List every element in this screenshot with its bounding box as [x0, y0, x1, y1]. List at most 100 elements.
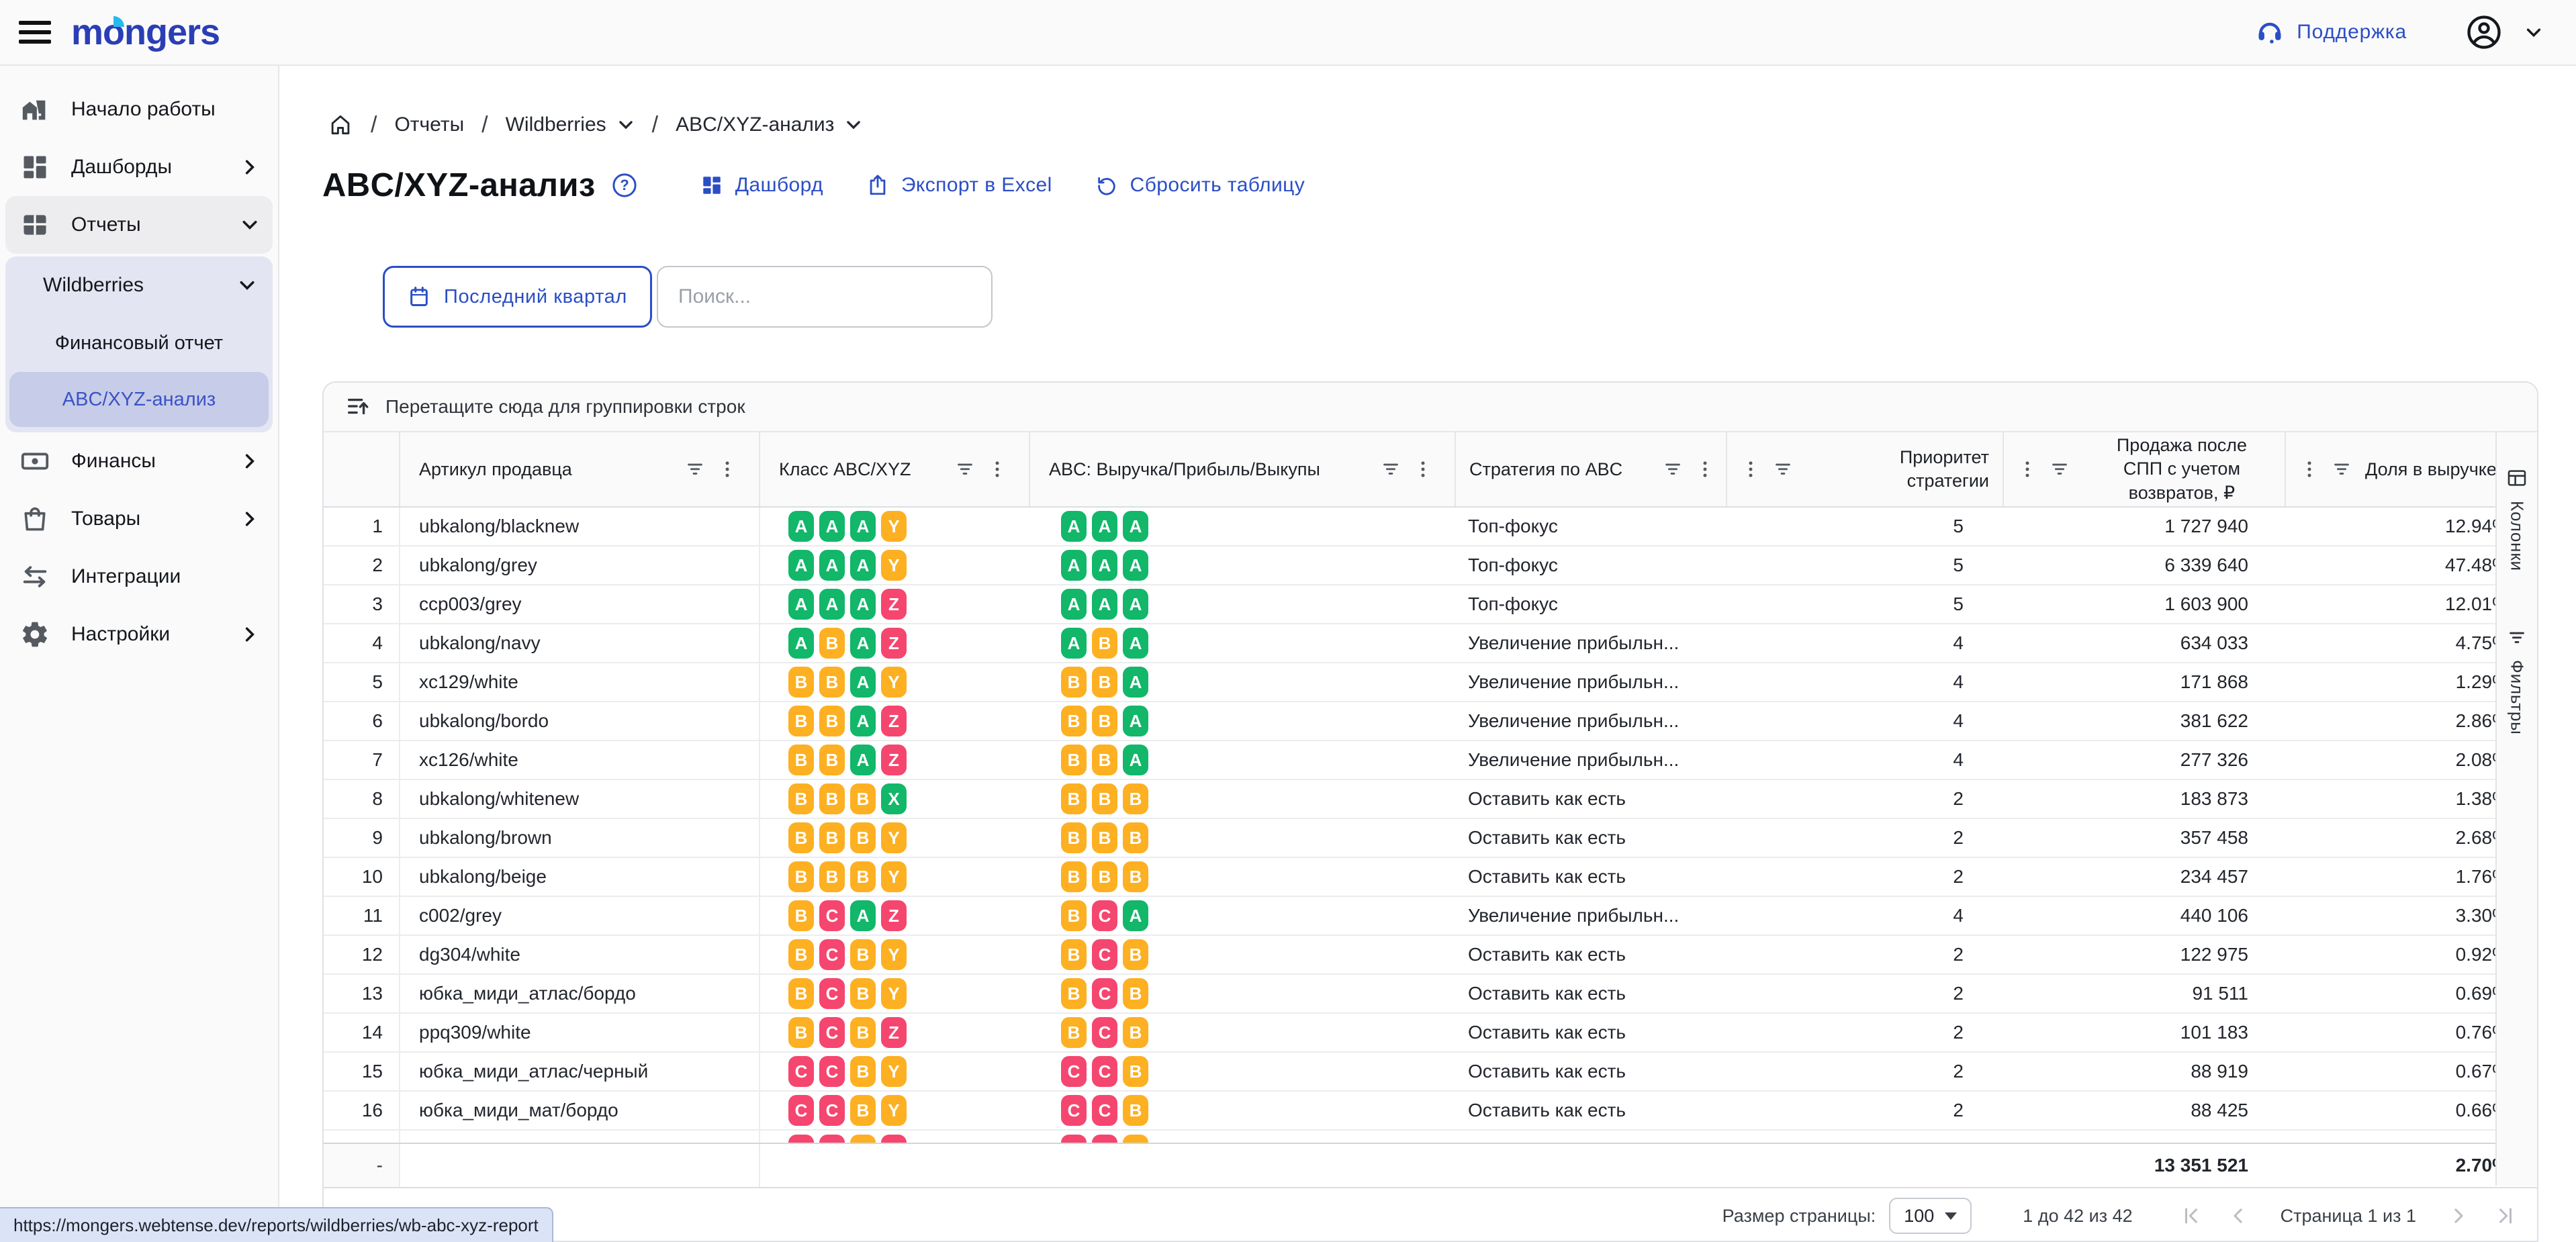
class-badge: A	[788, 550, 814, 581]
table-row[interactable]: 2 ubkalong/grey AAAY AAA Топ-фокус 5 6 3…	[324, 546, 2537, 585]
class-badge: A	[1061, 511, 1087, 542]
table-row[interactable]: 11 c002/grey BCAZ BCA Увеличение прибыль…	[324, 897, 2537, 936]
cell-article: xc129/white	[399, 663, 759, 701]
class-badge: A	[788, 628, 814, 659]
reset-table-button[interactable]: Сбросить таблицу	[1095, 174, 1305, 197]
class-badge: C	[788, 1095, 814, 1126]
sidebar-item-financial-report[interactable]: Финансовый отчет	[5, 314, 273, 372]
filter-icon	[1663, 459, 1683, 479]
table-row[interactable]: 16 юбка_миди_мат/бордо CCBY CCB Оставить…	[324, 1092, 2537, 1131]
class-badge: B	[1123, 1095, 1148, 1126]
table-row[interactable]: 8 ubkalong/whitenew BBBX BBB Оставить ка…	[324, 780, 2537, 819]
class-badge: B	[850, 1095, 876, 1126]
sidebar-item-integrations[interactable]: Интеграции	[0, 548, 278, 606]
table-row[interactable]: 7 xc126/white BBAZ BBA Увеличение прибыл…	[324, 741, 2537, 780]
group-rows-icon	[345, 394, 371, 420]
breadcrumb-wildberries[interactable]: Wildberries	[506, 113, 635, 136]
next-page-button[interactable]	[2448, 1206, 2469, 1226]
kebab-menu-icon	[987, 459, 1007, 479]
dashboard-button[interactable]: Дашборд	[700, 174, 823, 197]
first-page-button[interactable]	[2181, 1206, 2201, 1226]
table-row[interactable]: 3 ccp003/grey AAAZ AAA Топ-фокус 5 1 603…	[324, 585, 2537, 624]
cell-priority: 2	[1726, 975, 2003, 1012]
help-icon[interactable]: ?	[610, 171, 639, 199]
sidebar-item-products[interactable]: Товары	[0, 490, 278, 548]
search-input[interactable]	[657, 266, 993, 328]
table-row[interactable]: 6 ubkalong/bordo BBAZ BBA Увеличение при…	[324, 702, 2537, 741]
table-row[interactable]: 10 ubkalong/beige BBBY BBB Оставить как …	[324, 858, 2537, 897]
cell-abc-badges: BBA	[1029, 702, 1455, 740]
row-grouping-dropzone[interactable]: Перетащите сюда для группировки строк	[324, 383, 2537, 432]
hamburger-menu-icon[interactable]	[19, 16, 51, 48]
class-badge: B	[788, 900, 814, 931]
sidebar-item-settings[interactable]: Настройки	[0, 606, 278, 663]
sidebar-item-getting-started[interactable]: Начало работы	[0, 81, 278, 138]
prev-page-button[interactable]	[2228, 1206, 2248, 1226]
cell-sale: 277 326	[2003, 741, 2285, 779]
header-abc-revenue-profit-buyouts[interactable]: ABC: Выручка/Прибыль/Выкупы	[1029, 432, 1455, 506]
class-badge: B	[1123, 861, 1148, 892]
home-icon[interactable]	[328, 112, 353, 138]
breadcrumb-abc-xyz[interactable]: ABC/XYZ-анализ	[676, 113, 862, 136]
summary-row: - 13 351 521 2.70%	[324, 1144, 2537, 1188]
table-row[interactable]: 4 ubkalong/navy ABAZ ABA Увеличение приб…	[324, 624, 2537, 663]
export-excel-button[interactable]: Экспорт в Excel	[866, 174, 1052, 197]
filters-tab[interactable]: Фильтры	[2507, 628, 2528, 735]
page-size-label: Размер страницы:	[1722, 1206, 1876, 1227]
page-size-select[interactable]: 100	[1889, 1198, 1972, 1234]
header-strategy-priority[interactable]: Приоритетстратегии	[1726, 432, 2003, 506]
cell-strategy: Увеличение прибыльн...	[1455, 624, 1726, 662]
sidebar-item-abc-xyz-analysis[interactable]: ABC/XYZ-анализ	[9, 372, 269, 427]
table-row[interactable]: 1 ubkalong/blacknew AAAY AAA Топ-фокус 5…	[324, 508, 2537, 546]
cell-priority	[1726, 1131, 2003, 1144]
table-row[interactable]: 14 ppq309/white BCBZ BCB Оставить как ес…	[324, 1014, 2537, 1053]
cell-abc-badges: CCB	[1029, 1053, 1455, 1090]
class-badge: C	[788, 1056, 814, 1087]
sidebar-item-dashboards[interactable]: Дашборды	[0, 138, 278, 196]
row-number: 2	[324, 546, 399, 584]
row-number: 4	[324, 624, 399, 662]
support-link[interactable]: Поддержка	[2255, 17, 2407, 47]
table-row[interactable]: 9 ubkalong/brown BBBY BBB Оставить как е…	[324, 819, 2537, 858]
cell-strategy: Увеличение прибыльн...	[1455, 741, 1726, 779]
user-menu-chevron-icon[interactable]	[2524, 22, 2544, 42]
table-row[interactable]: 12 dg304/white BCBY BCB Оставить как ест…	[324, 936, 2537, 975]
class-badge: C	[819, 1017, 845, 1048]
breadcrumb-reports[interactable]: Отчеты	[394, 113, 464, 136]
table-icon	[19, 210, 51, 240]
header-strategy[interactable]: Стратегия по ABC	[1455, 432, 1726, 506]
class-badge: B	[1123, 1056, 1148, 1087]
filter-icon	[2507, 628, 2527, 648]
period-filter-button[interactable]: Последний квартал	[383, 266, 652, 328]
cell-abc-badges: BBB	[1029, 819, 1455, 857]
sidebar-item-finances[interactable]: Финансы	[0, 432, 278, 490]
class-badge: A	[819, 511, 845, 542]
cell-sale: 634 033	[2003, 624, 2285, 662]
app-logo[interactable]: mongers	[71, 11, 220, 53]
class-badge: B	[1092, 861, 1117, 892]
user-avatar[interactable]	[2466, 14, 2502, 50]
header-sale-after-spp[interactable]: Продажа послеСПП с учетомвозвратов, ₽	[2003, 432, 2285, 506]
class-badge: B	[1123, 1017, 1148, 1048]
table-row[interactable]: CCBZ CCB	[324, 1131, 2537, 1144]
tool-panel: Колонки Фильтры	[2495, 432, 2537, 1186]
table-row[interactable]: 15 юбка_миди_атлас/черный CCBY CCB Остав…	[324, 1053, 2537, 1092]
cell-priority: 5	[1726, 585, 2003, 623]
status-bar-url: https://mongers.webtense.dev/reports/wil…	[0, 1207, 553, 1242]
last-page-button[interactable]	[2495, 1206, 2516, 1226]
class-badge: A	[788, 589, 814, 620]
cell-sale: 1 603 900	[2003, 585, 2285, 623]
pagination-page-label: Страница 1 из 1	[2281, 1206, 2416, 1227]
clipped-row: CCBZ CCB	[324, 1131, 2537, 1144]
table-row[interactable]: 13 юбка_миди_атлас/бордо BCBY BCB Остави…	[324, 975, 2537, 1014]
sidebar-item-wildberries[interactable]: Wildberries	[5, 256, 273, 314]
sidebar-item-label: Интеграции	[71, 565, 181, 588]
class-badge: A	[788, 511, 814, 542]
table-row[interactable]: 5 xc129/white BBAY BBA Увеличение прибыл…	[324, 663, 2537, 702]
header-class-abc-xyz[interactable]: Класс ABC/XYZ	[759, 432, 1029, 506]
header-article[interactable]: Артикул продавца	[399, 432, 759, 506]
class-badge: C	[1061, 1056, 1087, 1087]
columns-tab[interactable]: Колонки	[2506, 467, 2528, 571]
sidebar-item-reports[interactable]: Отчеты	[5, 196, 273, 254]
class-badge: B	[1092, 822, 1117, 853]
